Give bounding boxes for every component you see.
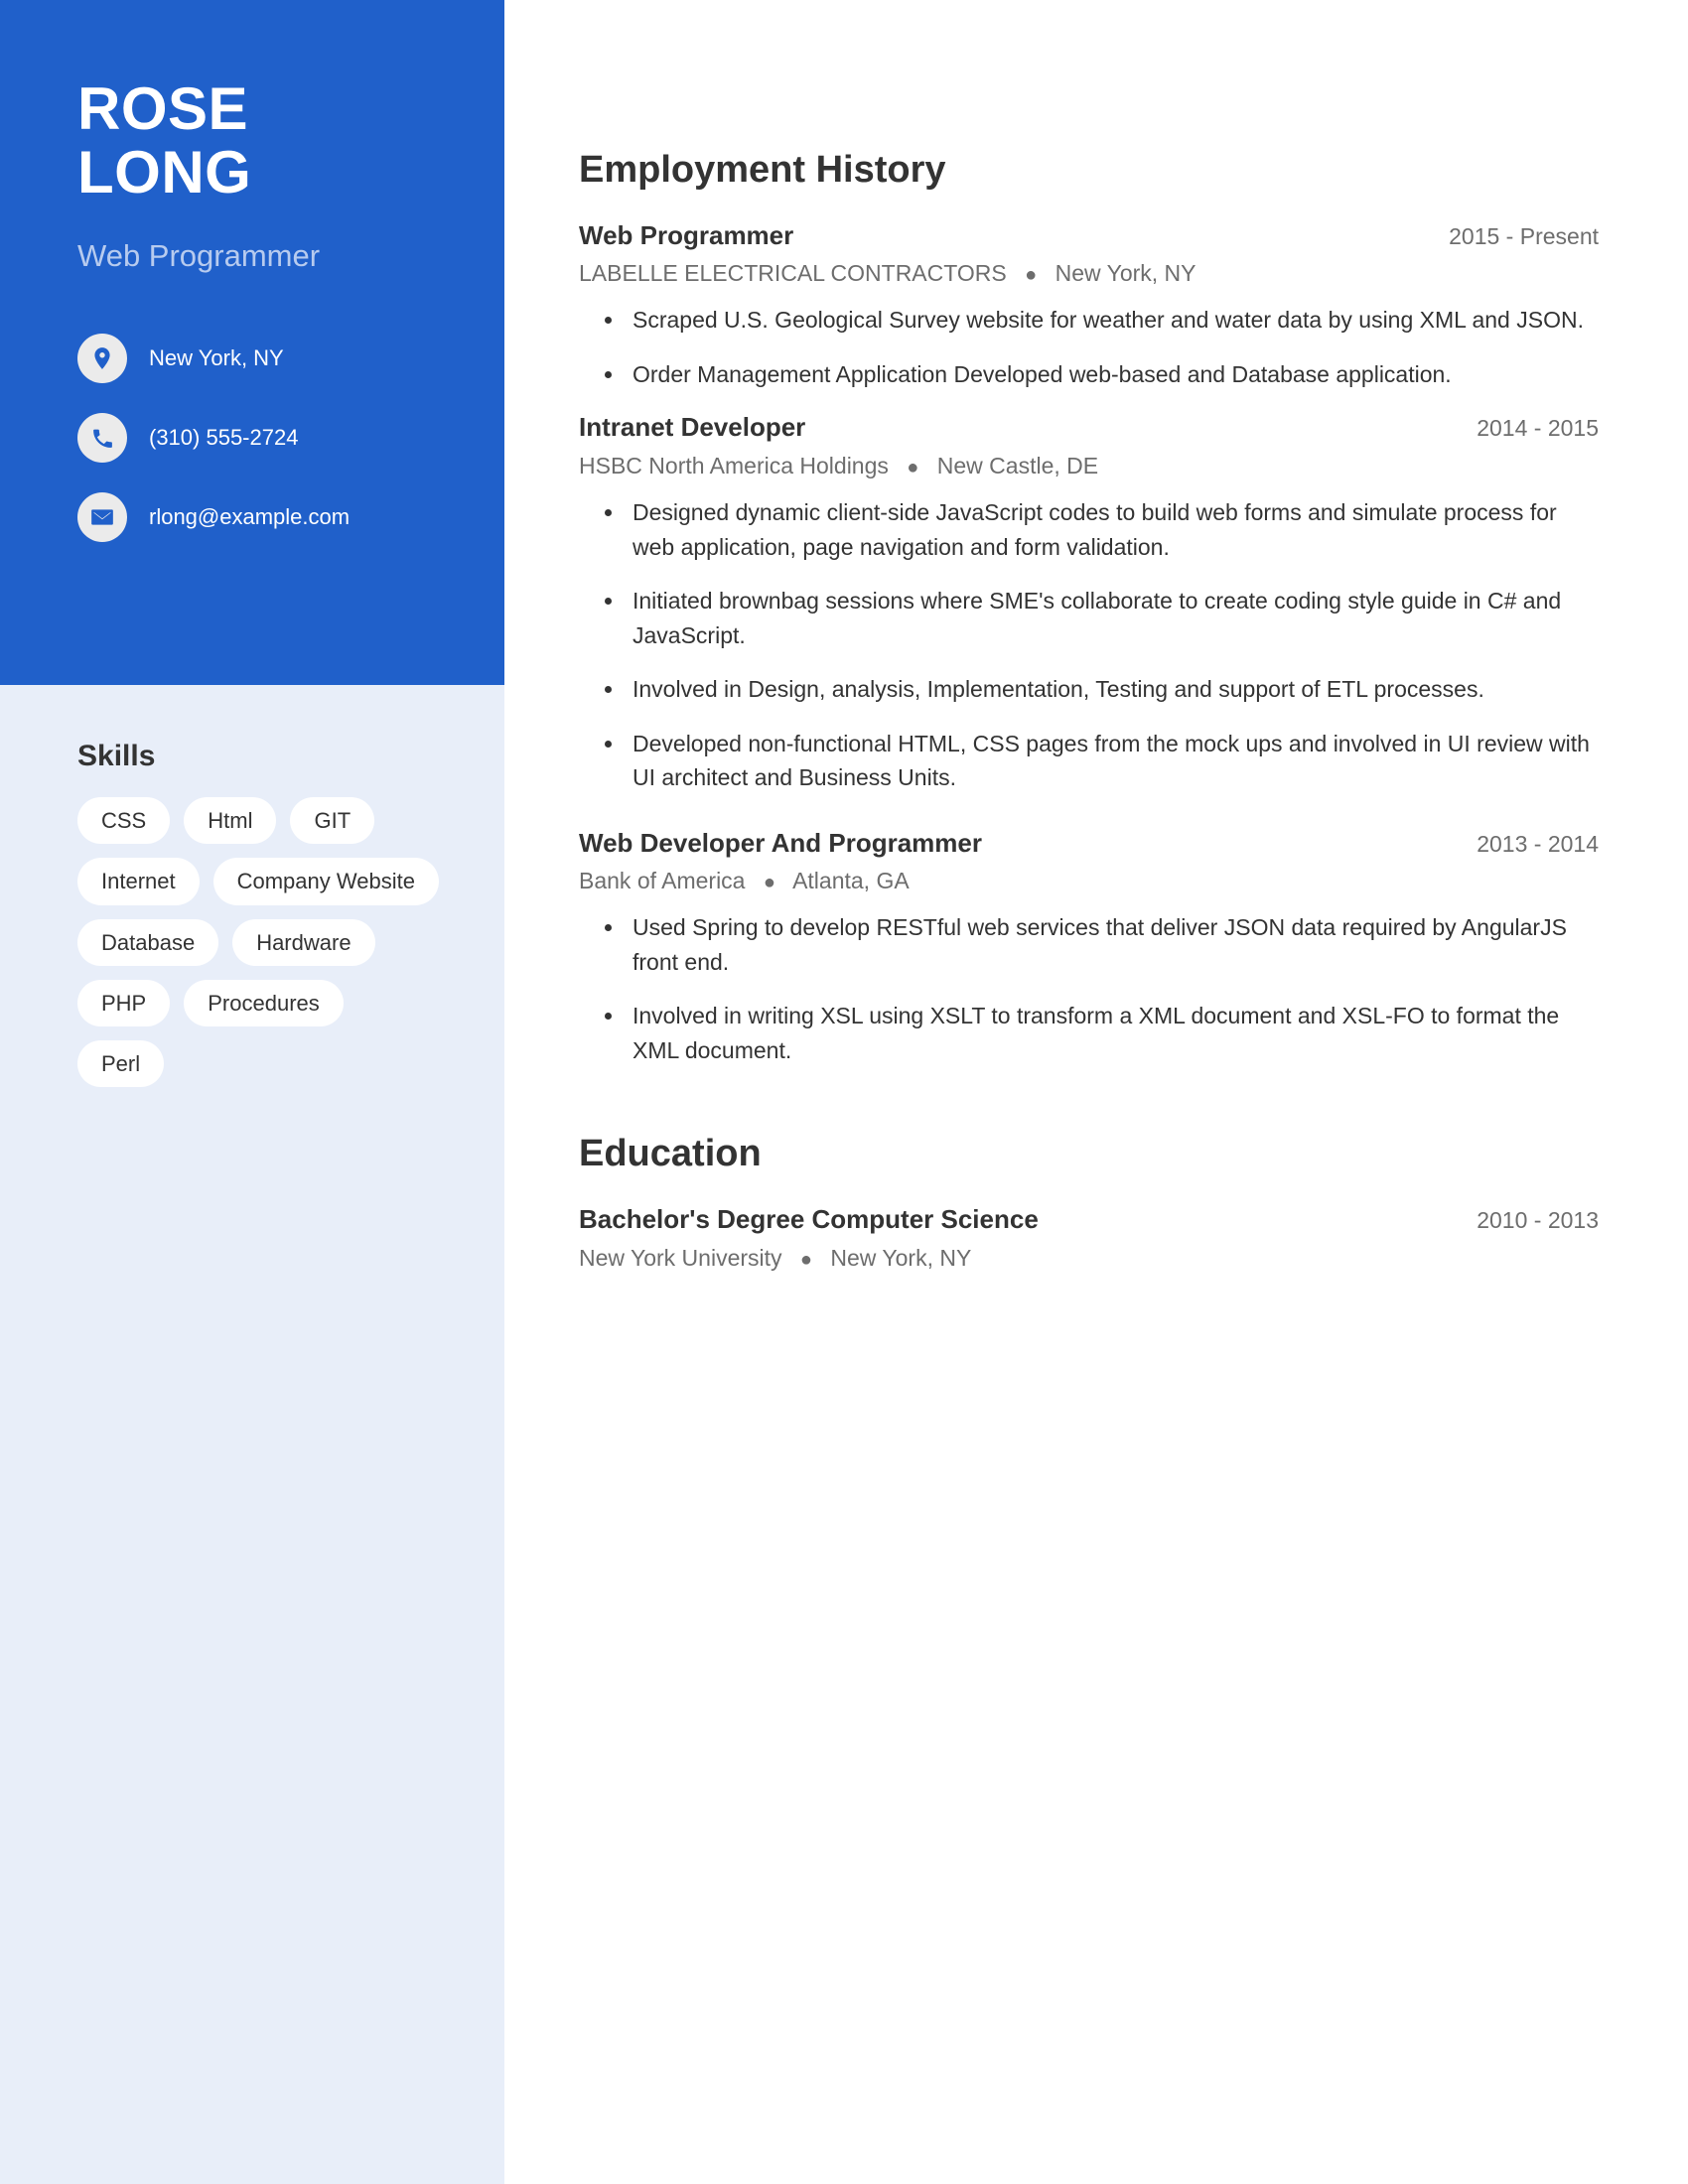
entry-bullets: Used Spring to develop RESTful web servi… — [579, 910, 1599, 1067]
skill-tag[interactable]: Internet — [77, 858, 200, 905]
section-title-education: Education — [579, 1133, 762, 1175]
contact-email-text: rlong@example.com — [149, 504, 351, 530]
skill-tag[interactable]: Company Website — [212, 858, 439, 905]
main-content: Employment History Web Programmer 2015 -… — [504, 0, 1688, 2184]
meta-separator-dot-icon: ● — [907, 457, 919, 479]
bullet-item: Initiated brownbag sessions where SME's … — [605, 584, 1599, 652]
bullet-item: Designed dynamic client-side JavaScript … — [605, 495, 1599, 564]
entry-header: Intranet Developer 2014 - 2015 — [579, 411, 1599, 445]
skill-tag[interactable]: GIT — [290, 797, 375, 845]
entry-bullets: Designed dynamic client-side JavaScript … — [579, 495, 1599, 795]
skill-tag[interactable]: Perl — [77, 1040, 165, 1088]
resume-page: ROSE LONG Web Programmer New York, NY (3… — [0, 0, 1688, 2184]
bullet-item: Used Spring to develop RESTful web servi… — [605, 910, 1599, 979]
bullet-item: Involved in Design, analysis, Implementa… — [605, 672, 1599, 707]
contact-phone-text: (310) 555-2724 — [149, 425, 299, 451]
meta-separator-dot-icon: ● — [799, 1248, 813, 1271]
entry-role: Intranet Developer — [579, 412, 806, 443]
section-title-employment: Employment History — [579, 149, 946, 191]
bullet-item: Scraped U.S. Geological Survey website f… — [605, 303, 1599, 338]
education-entry: Bachelor's Degree Computer Science 2010 … — [579, 1203, 1599, 1274]
bullet-item: Involved in writing XSL using XSLT to tr… — [605, 999, 1599, 1067]
entry-role: Web Programmer — [579, 219, 794, 250]
entry-role: Web Developer And Programmer — [579, 827, 982, 858]
education-location: New York, NY — [830, 1244, 972, 1271]
candidate-name: ROSE LONG — [77, 77, 433, 204]
meta-separator-dot-icon: ● — [1025, 264, 1038, 287]
location-pin-icon — [77, 334, 127, 384]
contact-location-text: New York, NY — [149, 345, 284, 371]
sidebar: ROSE LONG Web Programmer New York, NY (3… — [0, 0, 504, 2184]
employment-entry: Intranet Developer 2014 - 2015 HSBC Nort… — [579, 411, 1599, 794]
skill-tag[interactable]: Procedures — [184, 979, 344, 1027]
last-name: LONG — [77, 138, 252, 205]
contact-item-phone[interactable]: (310) 555-2724 — [77, 413, 433, 464]
contact-list: New York, NY (310) 555-2724 rlong@exampl… — [77, 334, 433, 543]
entry-company: LABELLE ELECTRICAL CONTRACTORS — [579, 260, 1007, 287]
bullet-item: Order Management Application Developed w… — [605, 357, 1599, 392]
employment-history-section: Employment History Web Programmer 2015 -… — [579, 149, 1599, 1067]
entry-company: Bank of America — [579, 868, 746, 894]
skills-tag-list: CSS Html GIT Internet Company Website Da… — [77, 797, 443, 1088]
entry-dates: 2014 - 2015 — [1477, 415, 1599, 442]
first-name: ROSE — [77, 75, 249, 142]
skills-section: Skills CSS Html GIT Internet Company Web… — [0, 685, 504, 1088]
skill-tag[interactable]: CSS — [77, 797, 171, 845]
entry-dates: 2013 - 2014 — [1477, 830, 1599, 857]
entry-company: HSBC North America Holdings — [579, 453, 889, 479]
entry-bullets: Scraped U.S. Geological Survey website f… — [579, 303, 1599, 391]
entry-location: Atlanta, GA — [792, 868, 910, 894]
contact-item-email[interactable]: rlong@example.com — [77, 492, 433, 543]
contact-item-location[interactable]: New York, NY — [77, 334, 433, 384]
phone-icon — [77, 413, 127, 464]
sidebar-header: ROSE LONG Web Programmer New York, NY (3… — [0, 0, 504, 685]
skill-tag[interactable]: PHP — [77, 979, 171, 1027]
entry-header: Web Programmer 2015 - Present — [579, 219, 1599, 253]
entry-meta: HSBC North America Holdings ● New Castle… — [579, 452, 1599, 481]
employment-entry: Web Programmer 2015 - Present LABELLE EL… — [579, 219, 1599, 392]
education-dates: 2010 - 2013 — [1477, 1206, 1599, 1233]
entry-meta: Bank of America ● Atlanta, GA — [579, 867, 1599, 896]
skill-tag[interactable]: Html — [184, 797, 277, 845]
education-degree: Bachelor's Degree Computer Science — [579, 1203, 1039, 1234]
education-school: New York University — [579, 1244, 782, 1271]
bullet-item: Developed non-functional HTML, CSS pages… — [605, 727, 1599, 795]
skill-tag[interactable]: Hardware — [232, 918, 375, 966]
email-icon — [77, 492, 127, 543]
entry-location: New York, NY — [1055, 260, 1196, 287]
employment-entry: Web Developer And Programmer 2013 - 2014… — [579, 827, 1599, 1068]
entry-meta: New York University ● New York, NY — [579, 1244, 1599, 1274]
entry-header: Bachelor's Degree Computer Science 2010 … — [579, 1203, 1599, 1237]
meta-separator-dot-icon: ● — [763, 872, 775, 894]
entry-location: New Castle, DE — [936, 453, 1099, 479]
education-section: Education Bachelor's Degree Computer Sci… — [579, 1133, 1599, 1273]
candidate-job-title: Web Programmer — [77, 238, 321, 274]
entry-header: Web Developer And Programmer 2013 - 2014 — [579, 827, 1599, 861]
entry-meta: LABELLE ELECTRICAL CONTRACTORS ● New Yor… — [579, 259, 1599, 289]
entry-dates: 2015 - Present — [1449, 222, 1599, 249]
skills-heading: Skills — [77, 740, 156, 772]
skill-tag[interactable]: Database — [77, 918, 219, 966]
